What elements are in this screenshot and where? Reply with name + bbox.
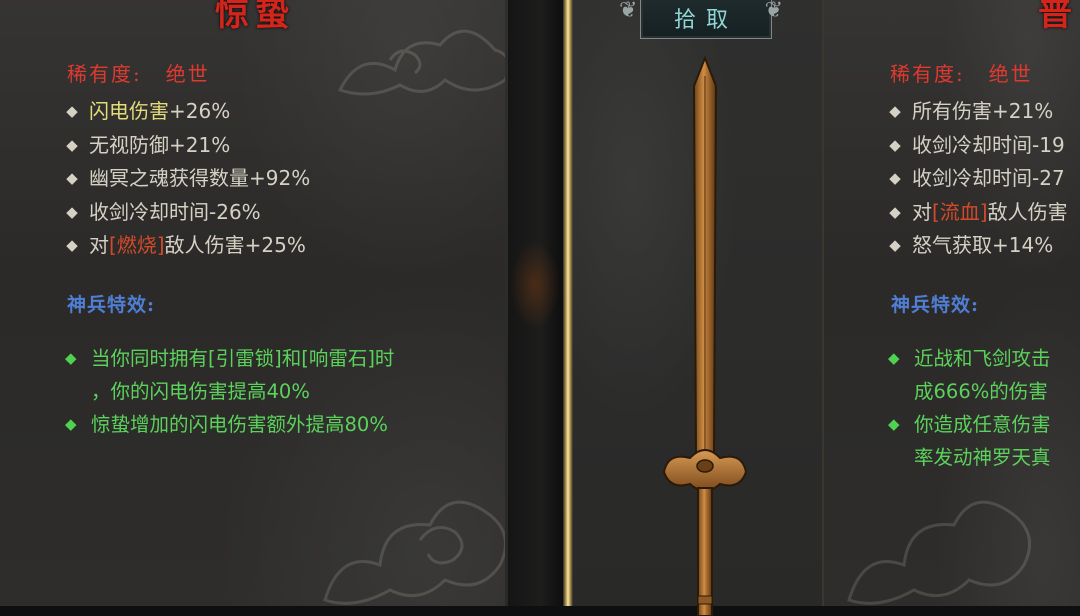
green-diamond-icon: ◆ xyxy=(888,349,900,367)
rarity-value: 绝世 xyxy=(988,62,1033,86)
diamond-bullet-icon: ◆ xyxy=(66,135,78,154)
rarity-value: 绝世 xyxy=(165,62,210,86)
diamond-bullet-icon: ◆ xyxy=(889,236,901,255)
diamond-bullet-icon: ◆ xyxy=(889,169,901,188)
stat-line: ◆ 怒气获取+14% xyxy=(888,229,1068,263)
gold-divider xyxy=(563,0,573,606)
stat-line: ◆ 收剑冷却时间-27 xyxy=(888,162,1068,196)
status-tag: [流血] xyxy=(932,199,988,224)
green-diamond-icon: ◆ xyxy=(65,349,77,367)
rarity-label: 稀有度: xyxy=(67,62,142,86)
stat-line: ◆ 收剑冷却时间-19 xyxy=(888,129,1068,163)
scroll-ornament-icon: ❦ xyxy=(619,0,648,23)
diamond-bullet-icon: ◆ xyxy=(66,169,78,188)
diamond-bullet-icon: ◆ xyxy=(889,102,901,120)
stat-line: ◆ 对[流血]敌人伤害 xyxy=(888,196,1067,230)
item-tooltip-right: 普 稀有度: 绝世 ◆ 所有伤害+21% ◆ 收剑冷却时间-19 ◆ 收剑冷却时间-27… xyxy=(822,0,1080,606)
cloud-decoration-icon xyxy=(847,500,1032,605)
stat-list: ◆ 所有伤害+21% ◆ 收剑冷却时间-19 ◆ 收剑冷却时间-27 ◆ 对[流血]敌人… xyxy=(888,95,1068,263)
effect-line: ◆ 惊蛰增加的闪电伤害额外提高80% xyxy=(65,408,394,441)
diamond-bullet-icon: ◆ xyxy=(66,102,78,120)
rarity-row: 稀有度: 绝世 xyxy=(67,58,210,87)
scroll-ornament-icon: ❦ xyxy=(764,0,793,23)
status-tag: [燃烧] xyxy=(109,233,165,258)
item-name: 惊蛰 xyxy=(215,0,295,34)
cloud-decoration-icon xyxy=(337,29,505,96)
effect-line: ◆ 当你同时拥有[引雷锁]和[响雷石]时 ，你的闪电伤害提高40% xyxy=(65,342,394,408)
scene-glow xyxy=(510,240,560,330)
item-tooltip-left: 惊蛰 稀有度: 绝世 ◆ 闪电伤害+26% ◆ 无视防御+21% ◆ 幽冥之魂获得数量+… xyxy=(0,0,508,606)
pickup-button[interactable]: ❦ 拾取 ❦ xyxy=(619,0,783,39)
cloud-decoration-icon xyxy=(323,500,505,605)
green-diamond-icon: ◆ xyxy=(888,415,900,433)
effect-line: ◆ 近战和飞剑攻击 成666%的伤害 xyxy=(888,342,1051,408)
stat-line: ◆ 幽冥之魂获得数量+92% xyxy=(65,162,310,196)
effects-title: 神兵特效: xyxy=(891,294,980,316)
effects-title: 神兵特效: xyxy=(67,294,156,316)
stat-line: ◆ 无视防御+21% xyxy=(65,129,310,163)
diamond-bullet-icon: ◆ xyxy=(889,135,901,154)
effect-line: ◆ 你造成任意伤害 率发动神罗天真 xyxy=(888,408,1051,474)
rarity-row: 稀有度: 绝世 xyxy=(890,58,1033,87)
rarity-label: 稀有度: xyxy=(890,62,965,86)
sword-icon[interactable] xyxy=(660,56,750,616)
diamond-bullet-icon: ◆ xyxy=(66,236,78,255)
stat-line: ◆ 所有伤害+21% xyxy=(888,95,1068,129)
diamond-bullet-icon: ◆ xyxy=(66,202,78,221)
green-diamond-icon: ◆ xyxy=(65,415,77,433)
stat-line: ◆ 对[燃烧]敌人伤害+25% xyxy=(65,229,310,263)
stat-line: ◆ 收剑冷却时间-26% xyxy=(65,196,310,230)
effect-list: ◆ 当你同时拥有[引雷锁]和[响雷石]时 ，你的闪电伤害提高40% ◆ 惊蛰增加的闪电… xyxy=(65,342,394,441)
effect-list: ◆ 近战和飞剑攻击 成666%的伤害 ◆ 你造成任意伤害 率发动神罗天真 xyxy=(888,342,1051,474)
stat-line: ◆ 闪电伤害+26% xyxy=(65,95,310,129)
stat-list: ◆ 闪电伤害+26% ◆ 无视防御+21% ◆ 幽冥之魂获得数量+92% ◆ 收剑冷却时… xyxy=(65,95,310,263)
diamond-bullet-icon: ◆ xyxy=(889,202,901,221)
item-name: 普 xyxy=(1038,0,1078,34)
